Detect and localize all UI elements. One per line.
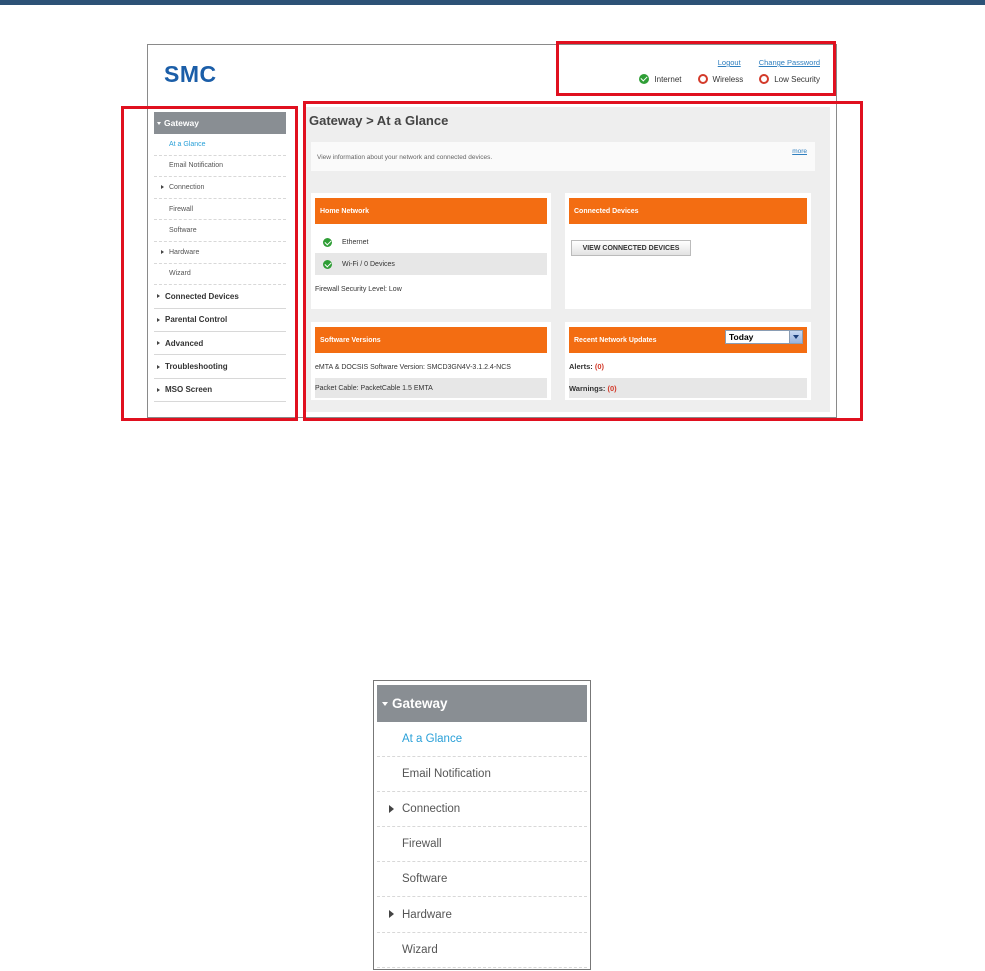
sidebar-item-label: Connection (402, 803, 461, 816)
top-rule (0, 0, 985, 5)
sidebar-item-at-a-glance[interactable]: At a Glance (377, 722, 587, 758)
sidebar-zoom-view: Gateway At a Glance Email Notification C… (373, 680, 591, 970)
caret-right-icon (389, 910, 394, 919)
sidebar-item-label: Software (402, 873, 448, 886)
sidebar-item-firewall[interactable]: Firewall (377, 827, 587, 863)
highlight-box-main (303, 101, 863, 421)
highlight-box-header-status (556, 41, 836, 96)
sidebar-item-software[interactable]: Software (377, 862, 587, 898)
sidebar-item-wizard[interactable]: Wizard (377, 933, 587, 968)
sidebar-item-label: Hardware (402, 908, 452, 921)
sidebar-item-label: Firewall (402, 838, 442, 851)
sidebar-item-hardware[interactable]: Hardware (377, 897, 587, 933)
sidebar-section-label: Gateway (392, 696, 448, 711)
sidebar-item-connection[interactable]: Connection (377, 792, 587, 828)
highlight-box-sidebar (121, 106, 298, 421)
smc-logo: SMC (164, 61, 217, 87)
caret-right-icon (389, 805, 394, 814)
sidebar-item-label: Email Notification (402, 768, 491, 781)
sidebar-section-gateway[interactable]: Gateway (377, 685, 587, 722)
sidebar-item-email-notification[interactable]: Email Notification (377, 757, 587, 793)
caret-down-icon (382, 701, 388, 706)
sidebar-item-label: Wizard (402, 943, 438, 956)
sidebar-item-label: At a Glance (402, 733, 463, 746)
